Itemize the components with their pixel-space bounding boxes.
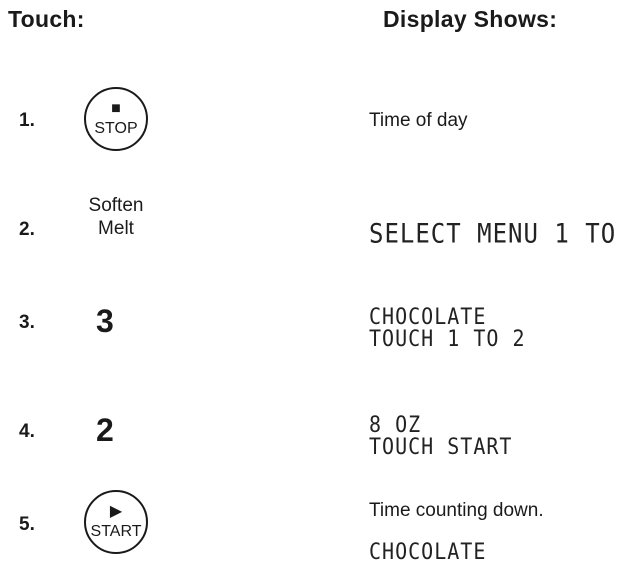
play-triangle-icon: ▶ xyxy=(109,502,123,520)
number-3-button[interactable]: 3 xyxy=(96,305,114,337)
step-1-display-text: Time of day xyxy=(369,110,468,131)
soften-melt-label-line1: Soften xyxy=(88,195,144,216)
step-5-display-text: Time counting down. xyxy=(369,500,544,521)
step-number-3: 3. xyxy=(19,312,35,333)
step-3-lcd-line2: TOUCH 1 TO 2 xyxy=(369,324,526,352)
start-button-label: START xyxy=(90,522,142,540)
number-2-button[interactable]: 2 xyxy=(96,414,114,446)
step-number-4: 4. xyxy=(19,421,35,442)
touch-column-header: Touch: xyxy=(8,6,85,32)
stop-button-label: STOP xyxy=(94,119,138,137)
step-5-lcd-display: CHOCOLATE xyxy=(369,537,487,565)
soften-melt-label-line2: Melt xyxy=(98,218,134,239)
start-button[interactable]: ▶ START xyxy=(84,490,148,554)
stop-square-icon: ■ xyxy=(111,99,121,117)
step-number-1: 1. xyxy=(19,110,35,131)
step-2-lcd-display: SELECT MENU 1 TO 4 xyxy=(369,217,626,250)
step-number-5: 5. xyxy=(19,514,35,535)
soften-melt-button[interactable]: Soften Melt xyxy=(80,194,152,240)
stop-button[interactable]: ■ STOP xyxy=(84,87,148,151)
step-number-2: 2. xyxy=(19,219,35,240)
display-column-header: Display Shows: xyxy=(383,6,558,32)
step-4-lcd-line2: TOUCH START xyxy=(369,432,513,460)
